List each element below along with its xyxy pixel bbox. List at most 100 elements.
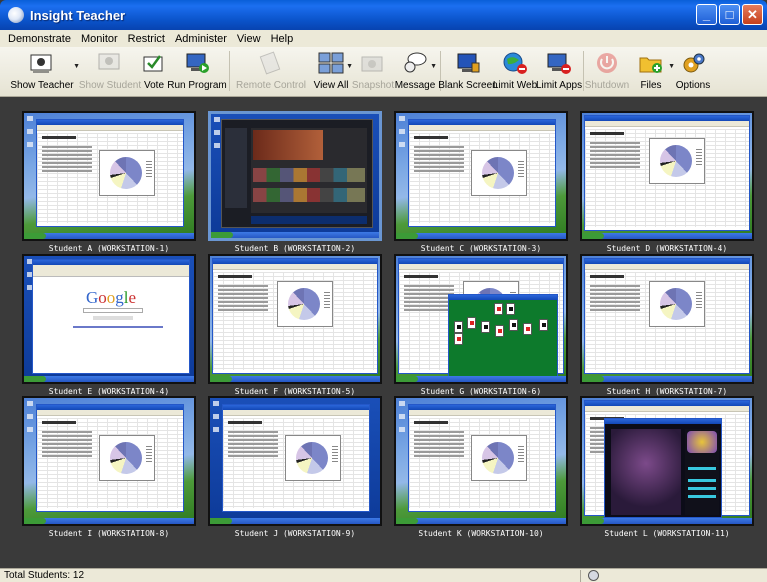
toolbar-label: Shutdown	[584, 80, 630, 91]
limit-web-button[interactable]: Limit Web	[492, 47, 538, 97]
power-icon	[593, 51, 621, 75]
title-bar: Insight Teacher _ □ ✕	[0, 0, 767, 30]
student-tile[interactable]: Student K (WORKSTATION-10)	[394, 396, 568, 538]
message-icon	[401, 51, 429, 75]
view-all-button[interactable]: ▼ View All	[309, 47, 353, 97]
blank-screen-button[interactable]: Blank Screen	[438, 47, 498, 97]
student-tile[interactable]: Student F (WORKSTATION-5)	[208, 254, 382, 396]
dropdown-arrow-icon[interactable]: ▼	[346, 63, 353, 70]
status-divider	[580, 570, 581, 582]
window-title: Insight Teacher	[30, 7, 126, 23]
student-tile[interactable]: Student L (WORKSTATION-11)	[580, 396, 754, 538]
blank-screen-icon	[454, 51, 482, 75]
show-student-button[interactable]: Show Student	[78, 47, 142, 97]
student-screen-thumbnail[interactable]	[394, 111, 568, 241]
student-screen-thumbnail[interactable]	[22, 111, 196, 241]
toolbar-label: Limit Web	[492, 80, 538, 91]
dropdown-arrow-icon[interactable]: ▼	[73, 63, 80, 70]
limit-web-icon	[501, 51, 529, 75]
toolbar-label: Remote Control	[235, 80, 307, 91]
status-bar: Total Students: 12	[0, 568, 767, 582]
student-screen-thumbnail[interactable]	[208, 396, 382, 526]
student-label: Student E (WORKSTATION-4)	[48, 387, 170, 396]
student-screen-thumbnail[interactable]	[580, 254, 754, 384]
snapshot-button[interactable]: Snapshot	[351, 47, 395, 97]
menu-administer[interactable]: Administer	[171, 33, 233, 45]
student-tile[interactable]: Student B (WORKSTATION-2)	[208, 111, 382, 253]
toolbar-label: Run Program	[167, 80, 227, 91]
minimize-button[interactable]: _	[696, 4, 717, 25]
student-label: Student L (WORKSTATION-11)	[604, 529, 730, 538]
student-tile[interactable]: Student I (WORKSTATION-8)	[22, 396, 196, 538]
toolbar: ▼ Show Teacher Show Student Vote Run Program…	[0, 47, 767, 97]
run-program-icon	[183, 51, 211, 75]
close-button[interactable]: ✕	[742, 4, 763, 25]
limit-apps-icon	[545, 51, 573, 75]
toolbar-label: Vote	[143, 80, 165, 91]
student-label: Student F (WORKSTATION-5)	[234, 387, 356, 396]
student-label: Student A (WORKSTATION-1)	[48, 244, 170, 253]
student-screen-thumbnail[interactable]	[580, 111, 754, 241]
dropdown-arrow-icon[interactable]: ▼	[668, 63, 675, 70]
toolbar-label: Snapshot	[351, 80, 395, 91]
toolbar-label: Files	[640, 80, 662, 91]
snapshot-icon	[359, 51, 387, 75]
toolbar-label: Show Student	[78, 80, 142, 91]
maximize-button[interactable]: □	[719, 4, 740, 25]
student-label: Student K (WORKSTATION-10)	[418, 529, 544, 538]
menu-monitor[interactable]: Monitor	[77, 33, 124, 45]
options-button[interactable]: Options	[675, 47, 711, 97]
menu-restrict[interactable]: Restrict	[124, 33, 171, 45]
student-screen-thumbnail[interactable]: Google	[22, 254, 196, 384]
student-screen-icon	[96, 51, 124, 75]
google-logo: Google	[85, 288, 137, 307]
student-label: Student B (WORKSTATION-2)	[234, 244, 356, 253]
student-label: Student D (WORKSTATION-4)	[606, 244, 728, 253]
toolbar-label: Options	[675, 80, 711, 91]
folder-icon	[637, 51, 665, 75]
remote-control-icon	[257, 51, 285, 75]
message-button[interactable]: ▼ Message	[393, 47, 437, 97]
run-program-button[interactable]: Run Program	[167, 47, 227, 97]
shutdown-button[interactable]: Shutdown	[584, 47, 630, 97]
student-tile[interactable]: Student C (WORKSTATION-3)	[394, 111, 568, 253]
dropdown-arrow-icon[interactable]: ▼	[430, 63, 437, 70]
student-screen-thumbnail[interactable]	[394, 254, 568, 384]
toolbar-separator	[229, 51, 230, 91]
menu-demonstrate[interactable]: Demonstrate	[4, 33, 77, 45]
menu-bar: Demonstrate Monitor Restrict Administer …	[0, 30, 767, 47]
app-logo-icon	[8, 7, 24, 23]
toolbar-label: View All	[313, 80, 349, 91]
student-screen-thumbnail[interactable]	[580, 396, 754, 526]
student-label: Student G (WORKSTATION-6)	[420, 387, 542, 396]
student-label: Student H (WORKSTATION-7)	[606, 387, 728, 396]
toolbar-label: Message	[394, 80, 436, 91]
student-tile[interactable]: Student A (WORKSTATION-1)	[22, 111, 196, 253]
student-tile[interactable]: Student G (WORKSTATION-6)	[394, 254, 568, 396]
toolbar-label: Limit Apps	[535, 80, 583, 91]
student-label: Student C (WORKSTATION-3)	[420, 244, 542, 253]
remote-control-button[interactable]: Remote Control	[233, 47, 309, 97]
connection-icon	[588, 570, 599, 581]
vote-button[interactable]: Vote	[140, 47, 168, 97]
student-screen-thumbnail[interactable]	[208, 254, 382, 384]
student-label: Student I (WORKSTATION-8)	[48, 529, 170, 538]
student-tile[interactable]: Student H (WORKSTATION-7)	[580, 254, 754, 396]
toolbar-label: Show Teacher	[10, 80, 74, 91]
student-screen-thumbnail[interactable]	[394, 396, 568, 526]
student-tile[interactable]: Google Student E (WORKSTATION-4)	[22, 254, 196, 396]
menu-view[interactable]: View	[233, 33, 267, 45]
student-thumbnail-grid: Student A (WORKSTATION-1) Student B (WORK…	[0, 98, 767, 568]
toolbar-label: Blank Screen	[438, 80, 498, 91]
files-button[interactable]: ▼ Files	[627, 47, 675, 97]
show-teacher-button[interactable]: ▼ Show Teacher	[4, 47, 80, 97]
student-tile[interactable]: Student J (WORKSTATION-9)	[208, 396, 382, 538]
student-label: Student J (WORKSTATION-9)	[234, 529, 356, 538]
limit-apps-button[interactable]: Limit Apps	[535, 47, 583, 97]
student-screen-thumbnail[interactable]	[22, 396, 196, 526]
menu-help[interactable]: Help	[267, 33, 300, 45]
student-tile[interactable]: Student D (WORKSTATION-4)	[580, 111, 754, 253]
total-students-text: Total Students: 12	[4, 570, 85, 581]
presenter-icon	[28, 51, 56, 75]
student-screen-thumbnail[interactable]	[208, 111, 382, 241]
